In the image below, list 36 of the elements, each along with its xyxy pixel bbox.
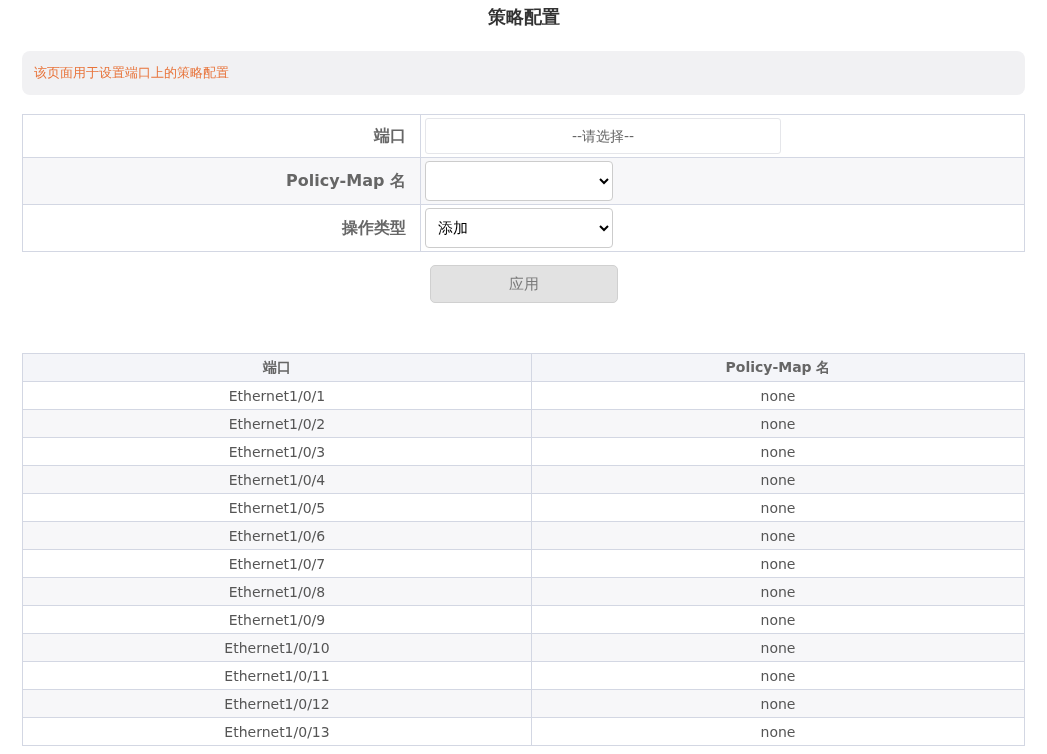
table-cell: Ethernet1/0/12 [22, 689, 532, 718]
table-cell: Ethernet1/0/10 [22, 633, 532, 662]
field-label: Policy-Map 名 [286, 170, 406, 192]
policy-map-dropdown[interactable] [425, 161, 613, 201]
table-cell: none [531, 689, 1025, 718]
table-cell: none [531, 381, 1025, 410]
table-cell: none [531, 437, 1025, 466]
table-cell: none [531, 409, 1025, 438]
table-cell: Ethernet1/0/4 [22, 465, 532, 494]
table-cell: Ethernet1/0/3 [22, 437, 532, 466]
table-cell: none [531, 493, 1025, 522]
table-cell: none [531, 521, 1025, 550]
table-cell: none [531, 717, 1025, 746]
table-cell: Ethernet1/0/9 [22, 605, 532, 634]
table-cell: none [531, 465, 1025, 494]
notice-text: 该页面用于设置端口上的策略配置 [34, 64, 229, 82]
table-cell: Ethernet1/0/11 [22, 661, 532, 690]
port-select-field[interactable]: --请选择-- [425, 118, 781, 154]
table-cell: none [531, 661, 1025, 690]
table-cell: Ethernet1/0/8 [22, 577, 532, 606]
table-cell: Ethernet1/0/2 [22, 409, 532, 438]
operation-type-dropdown[interactable]: 添加 [425, 208, 613, 248]
field-label: 端口 [374, 125, 406, 147]
table-cell: Ethernet1/0/6 [22, 521, 532, 550]
column-header: 端口 [22, 353, 532, 382]
table-cell: Ethernet1/0/7 [22, 549, 532, 578]
page-title: 策略配置 [487, 5, 560, 29]
table-cell: Ethernet1/0/13 [22, 717, 532, 746]
table-cell: Ethernet1/0/1 [22, 381, 532, 410]
table-cell: Ethernet1/0/5 [22, 493, 532, 522]
table-cell: none [531, 633, 1025, 662]
table-cell: none [531, 549, 1025, 578]
table-cell: none [531, 577, 1025, 606]
table-cell: none [531, 605, 1025, 634]
field-label: 操作类型 [342, 217, 406, 239]
column-header: Policy-Map 名 [531, 353, 1025, 382]
